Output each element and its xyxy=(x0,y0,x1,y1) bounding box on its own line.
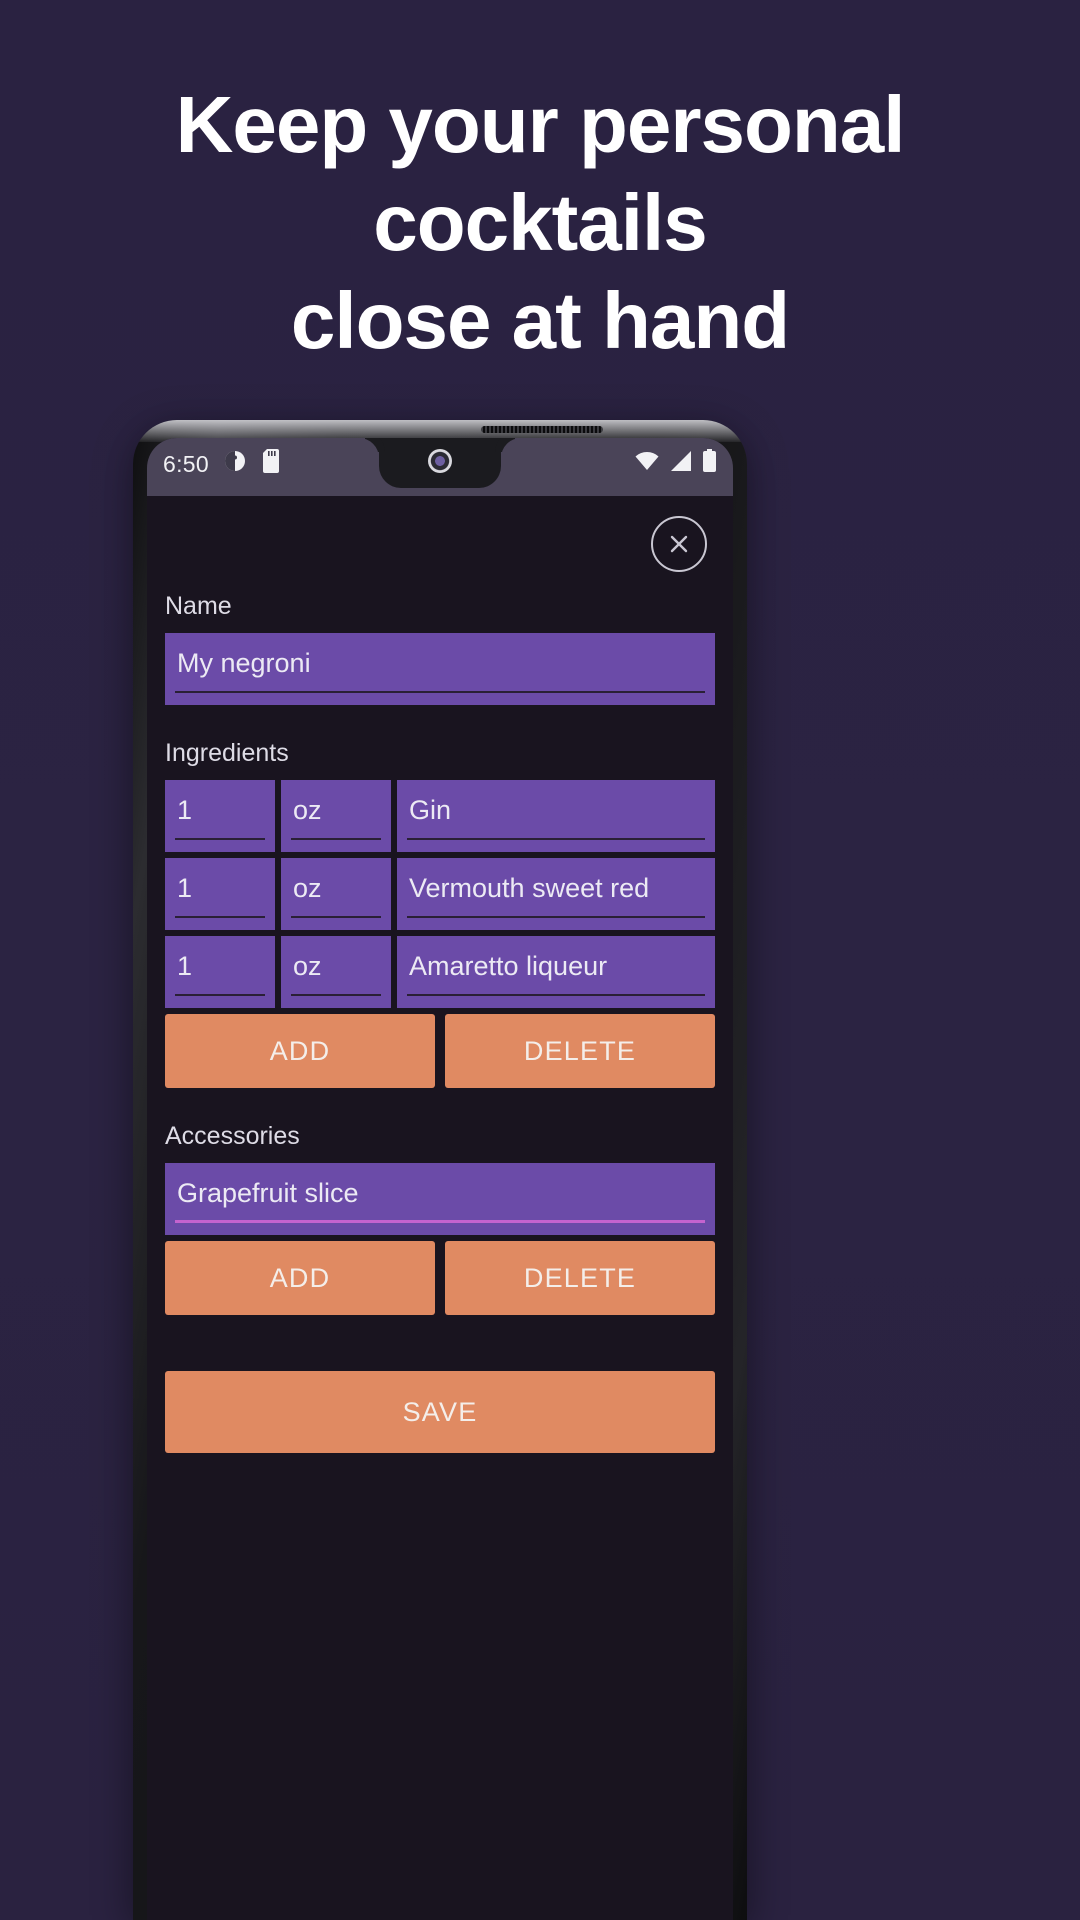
ingredient-row: 1 oz Gin xyxy=(165,780,715,852)
battery-icon xyxy=(702,449,717,479)
phone-screen: 6:50 Name My negroni Ingredients 1 oz Gi… xyxy=(147,438,733,1920)
ingredient-row: 1 oz Vermouth sweet red xyxy=(165,858,715,930)
ingredient-add-button[interactable]: ADD xyxy=(165,1014,435,1088)
ingredient-row: 1 oz Amaretto liqueur xyxy=(165,936,715,1008)
do-not-disturb-icon xyxy=(223,449,247,479)
ingredient-name-value: Vermouth sweet red xyxy=(409,872,650,903)
status-bar-right xyxy=(634,449,717,479)
ingredients-section: Ingredients 1 oz Gin 1 oz Vermouth sweet… xyxy=(165,739,715,1088)
name-input[interactable]: My negroni xyxy=(165,633,715,705)
accessory-input[interactable]: Grapefruit slice xyxy=(165,1163,715,1235)
ingredient-qty-value: 1 xyxy=(177,794,193,825)
ingredient-qty-input[interactable]: 1 xyxy=(165,780,275,852)
cocktail-editor-screen: Name My negroni Ingredients 1 oz Gin 1 o… xyxy=(147,496,733,1920)
phone-mockup: 6:50 Name My negroni Ingredients 1 oz Gi… xyxy=(133,420,747,1920)
status-bar: 6:50 xyxy=(147,438,733,490)
earpiece-speaker xyxy=(481,426,603,433)
accessory-delete-button[interactable]: DELETE xyxy=(445,1241,715,1315)
notch-bar: 6:50 xyxy=(147,438,733,496)
name-section: Name My negroni xyxy=(165,592,715,705)
promo-page: Keep your personal cocktails close at ha… xyxy=(0,0,1080,1920)
sd-card-icon xyxy=(261,449,281,479)
headline-line-1: Keep your personal xyxy=(175,80,906,169)
name-input-value: My negroni xyxy=(177,647,311,678)
page-title: Keep your personal cocktails close at ha… xyxy=(0,76,1080,370)
ingredient-unit-input[interactable]: oz xyxy=(281,936,391,1008)
close-icon[interactable] xyxy=(651,516,707,572)
ingredient-name-value: Amaretto liqueur xyxy=(409,950,608,981)
ingredient-unit-value: oz xyxy=(293,950,322,981)
accessory-add-button[interactable]: ADD xyxy=(165,1241,435,1315)
ingredient-qty-value: 1 xyxy=(177,950,193,981)
cell-signal-icon xyxy=(669,450,693,478)
ingredient-qty-input[interactable]: 1 xyxy=(165,858,275,930)
ingredient-name-input[interactable]: Gin xyxy=(397,780,715,852)
name-label: Name xyxy=(165,592,232,620)
ingredient-name-value: Gin xyxy=(409,794,452,825)
ingredient-qty-input[interactable]: 1 xyxy=(165,936,275,1008)
ingredient-name-input[interactable]: Amaretto liqueur xyxy=(397,936,715,1008)
ingredient-unit-input[interactable]: oz xyxy=(281,858,391,930)
ingredient-unit-input[interactable]: oz xyxy=(281,780,391,852)
save-button[interactable]: SAVE xyxy=(165,1371,715,1453)
headline-line-3: close at hand xyxy=(290,276,790,365)
ingredient-rows: 1 oz Gin 1 oz Vermouth sweet red 1 oz Am… xyxy=(165,780,715,1008)
accessories-section: Accessories Grapefruit slice ADD DELETE xyxy=(165,1122,715,1315)
status-time: 6:50 xyxy=(163,450,209,477)
accessory-buttons: ADD DELETE xyxy=(165,1241,715,1315)
ingredient-unit-value: oz xyxy=(293,872,322,903)
app-top-bar xyxy=(165,496,715,592)
wifi-icon xyxy=(634,450,660,478)
ingredient-unit-value: oz xyxy=(293,794,322,825)
ingredient-delete-button[interactable]: DELETE xyxy=(445,1014,715,1088)
ingredient-name-input[interactable]: Vermouth sweet red xyxy=(397,858,715,930)
status-bar-left: 6:50 xyxy=(163,449,281,479)
accessory-input-value: Grapefruit slice xyxy=(177,1177,359,1208)
ingredients-label: Ingredients xyxy=(165,739,289,767)
save-section: SAVE xyxy=(165,1371,715,1453)
headline-line-2: cocktails xyxy=(373,178,707,267)
ingredient-buttons: ADD DELETE xyxy=(165,1014,715,1088)
accessories-label: Accessories xyxy=(165,1122,300,1150)
ingredient-qty-value: 1 xyxy=(177,872,193,903)
